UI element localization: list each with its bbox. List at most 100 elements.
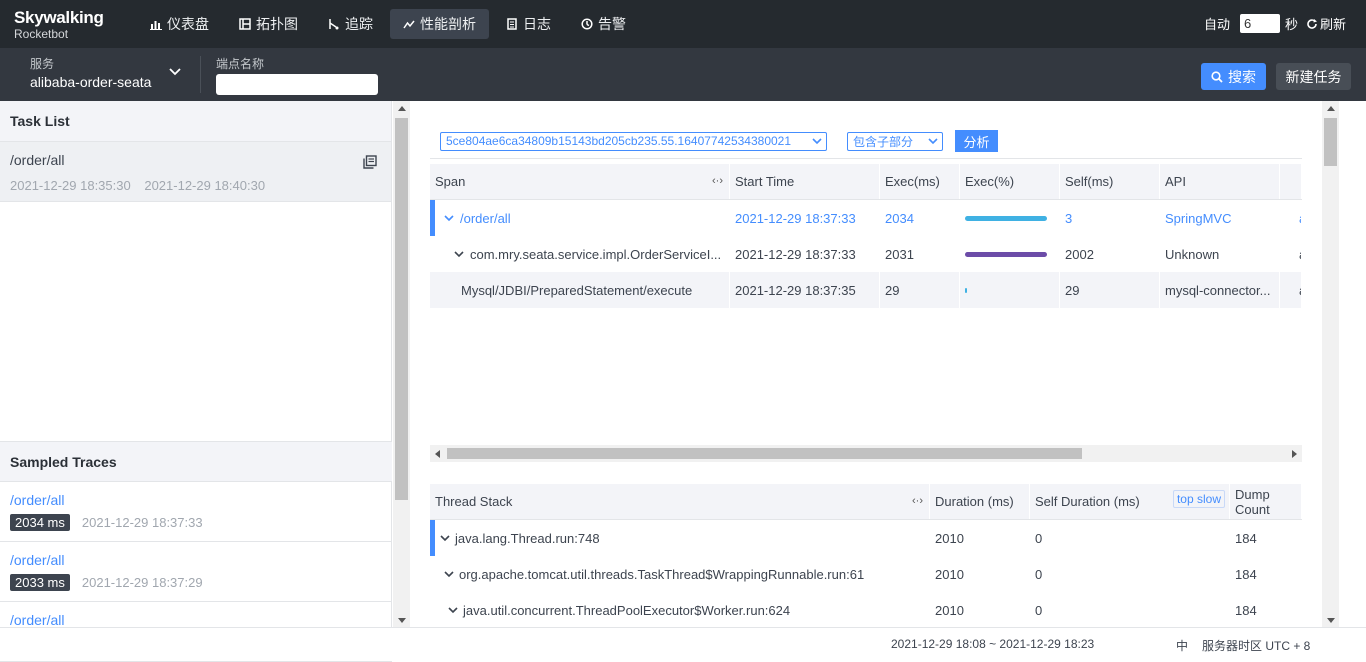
mode-select[interactable]: 包含子部分 (847, 131, 943, 151)
time-range[interactable]: 2021-12-29 18:08 ~ 2021-12-29 18:23 (891, 637, 1094, 651)
col-extra (1280, 164, 1302, 199)
trace-icon (329, 19, 339, 30)
nav-log[interactable]: 日志 (493, 9, 564, 39)
table-row[interactable]: java.lang.Thread.run:748 2010 0 184 (430, 520, 1302, 556)
left-scrollbar[interactable] (393, 101, 410, 627)
exec-bar-track (965, 251, 1048, 257)
trace-name: /order/all (10, 492, 65, 508)
language-toggle[interactable]: 中 (1176, 637, 1188, 654)
stack-cell: java.lang.Thread.run:748 (430, 520, 930, 556)
col-self-duration-label: Self Duration (ms) (1035, 494, 1140, 509)
col-start-time: Start Time (730, 164, 880, 199)
nav-label: 告警 (598, 16, 626, 32)
horizontal-scrollbar[interactable] (430, 445, 1302, 462)
table-row[interactable]: com.mry.seata.service.impl.OrderServiceI… (430, 236, 1302, 272)
refresh-button[interactable]: 刷新 (1306, 14, 1346, 33)
trace-item[interactable]: /order/all 2033 ms 2021-12-29 18:37:29 (0, 542, 392, 602)
scroll-down-arrow[interactable] (1327, 618, 1335, 623)
scroll-left-arrow[interactable] (435, 450, 440, 458)
exec-bar (965, 215, 1047, 221)
nav-topology[interactable]: 拓扑图 (226, 9, 311, 39)
duration-cell: 2010 (930, 556, 1030, 592)
scrollbar-thumb[interactable] (395, 118, 408, 500)
analysis-controls: 5ce804ae6ca34809b15143bd205cb235.55.1640… (440, 130, 998, 152)
filter-bar: 服务 alibaba-order-seata 端点名称 搜索 新建任务 (0, 48, 1366, 101)
new-task-button[interactable]: 新建任务 (1276, 63, 1351, 90)
nav-profile[interactable]: 性能剖析 (390, 9, 489, 39)
nav-trace[interactable]: 追踪 (315, 9, 386, 39)
refresh-interval-input[interactable] (1240, 14, 1281, 33)
nav-label: 仪表盘 (167, 16, 209, 32)
nav-label: 日志 (523, 16, 551, 32)
scroll-right-arrow[interactable] (1292, 450, 1297, 458)
col-self: Self(ms) (1060, 164, 1160, 199)
chevron-down-icon[interactable] (169, 68, 181, 76)
span-table-header: Span ‹·› Start Time Exec(ms) Exec(%) Sel… (430, 164, 1302, 200)
exec-bar-track (965, 287, 1048, 293)
task-list-title: Task List (0, 101, 391, 142)
chevron-down-icon[interactable] (444, 213, 454, 223)
resize-handle-icon[interactable]: ‹·› (712, 175, 723, 187)
chevron-down-icon[interactable] (444, 569, 454, 579)
chevron-down-icon[interactable] (448, 605, 458, 615)
nav-alarm[interactable]: 告警 (568, 9, 639, 39)
exec-bar (965, 287, 967, 293)
trace-item[interactable]: /order/all 2034 ms 2021-12-29 18:37:33 (0, 482, 392, 542)
scroll-up-arrow[interactable] (1327, 106, 1335, 111)
span-cell: Mysql/JDBI/PreparedStatement/execute (430, 272, 730, 308)
service-selector[interactable]: 服务 alibaba-order-seata (30, 55, 151, 90)
task-logs-icon[interactable] (363, 155, 377, 169)
scroll-down-arrow[interactable] (398, 618, 406, 623)
self-duration-cell: 0 (1030, 592, 1230, 627)
auto-refresh-label[interactable]: 自动 (1204, 14, 1230, 33)
service-value: alibaba-order-seata (30, 74, 152, 90)
task-end: 2021-12-29 18:40:30 (144, 178, 266, 193)
right-scrollbar[interactable] (1322, 101, 1339, 627)
extra-cell: a (1280, 200, 1302, 236)
stack-cell: java.util.concurrent.ThreadPoolExecutor$… (430, 592, 930, 627)
alarm-icon (581, 18, 593, 30)
col-dump-count: Dump Count (1230, 484, 1302, 519)
scrollbar-thumb[interactable] (447, 448, 1082, 459)
exec-pct-cell (960, 200, 1060, 236)
chevron-down-icon (928, 137, 938, 144)
right-panel: 5ce804ae6ca34809b15143bd205cb235.55.1640… (410, 101, 1322, 627)
task-item[interactable]: /order/all 2021-12-29 18:35:30 2021-12-2… (0, 142, 391, 202)
trace-time: 2021-12-29 18:37:33 (81, 515, 203, 530)
table-row[interactable]: Mysql/JDBI/PreparedStatement/execute 202… (430, 272, 1302, 308)
self-cell: 3 (1060, 200, 1160, 236)
endpoint-filter: 端点名称 (216, 55, 378, 95)
scrollbar-thumb[interactable] (1324, 118, 1337, 166)
start-cell: 2021-12-29 18:37:33 (730, 200, 880, 236)
search-button[interactable]: 搜索 (1201, 63, 1266, 90)
table-row[interactable]: java.util.concurrent.ThreadPoolExecutor$… (430, 592, 1302, 627)
endpoint-input[interactable] (216, 74, 378, 95)
duration-badge: 2034 ms (10, 514, 70, 531)
nav-dashboard[interactable]: 仪表盘 (137, 9, 222, 39)
stack-frame: java.lang.Thread.run:748 (455, 530, 600, 546)
logo-title: Skywalking (14, 8, 104, 27)
api-cell: Unknown (1160, 236, 1280, 272)
search-label: 搜索 (1228, 68, 1256, 85)
resize-handle-icon[interactable]: ‹·› (912, 495, 923, 507)
table-row[interactable]: org.apache.tomcat.util.threads.TaskThrea… (430, 556, 1302, 592)
logo[interactable]: Skywalking Rocketbot (14, 9, 104, 41)
table-row[interactable]: /order/all 2021-12-29 18:37:33 2034 3 Sp… (430, 200, 1302, 236)
scroll-up-arrow[interactable] (398, 106, 406, 111)
nav-label: 拓扑图 (256, 16, 298, 32)
exec-cell: 2034 (880, 200, 960, 236)
segment-select[interactable]: 5ce804ae6ca34809b15143bd205cb235.55.1640… (440, 131, 827, 151)
nav-label: 性能剖析 (420, 16, 476, 32)
top-navbar: Skywalking Rocketbot 仪表盘 拓扑图 追踪 性能剖析 日志 … (0, 0, 1366, 48)
chevron-down-icon[interactable] (440, 533, 450, 543)
analyze-button[interactable]: 分析 (955, 130, 998, 152)
thread-table-header: Thread Stack ‹·› Duration (ms) Self Dura… (430, 484, 1302, 520)
top-slow-button[interactable]: top slow (1172, 490, 1225, 508)
span-name: com.mry.seata.service.impl.OrderServiceI… (470, 246, 722, 262)
start-cell: 2021-12-29 18:37:35 (730, 272, 880, 308)
col-self-duration: Self Duration (ms) top slow (1030, 484, 1230, 519)
dump-count-cell: 184 (1230, 520, 1302, 556)
auto-refresh: 自动 秒 刷新 (1204, 14, 1346, 33)
exec-pct-cell (960, 236, 1060, 272)
chevron-down-icon[interactable] (454, 249, 464, 259)
